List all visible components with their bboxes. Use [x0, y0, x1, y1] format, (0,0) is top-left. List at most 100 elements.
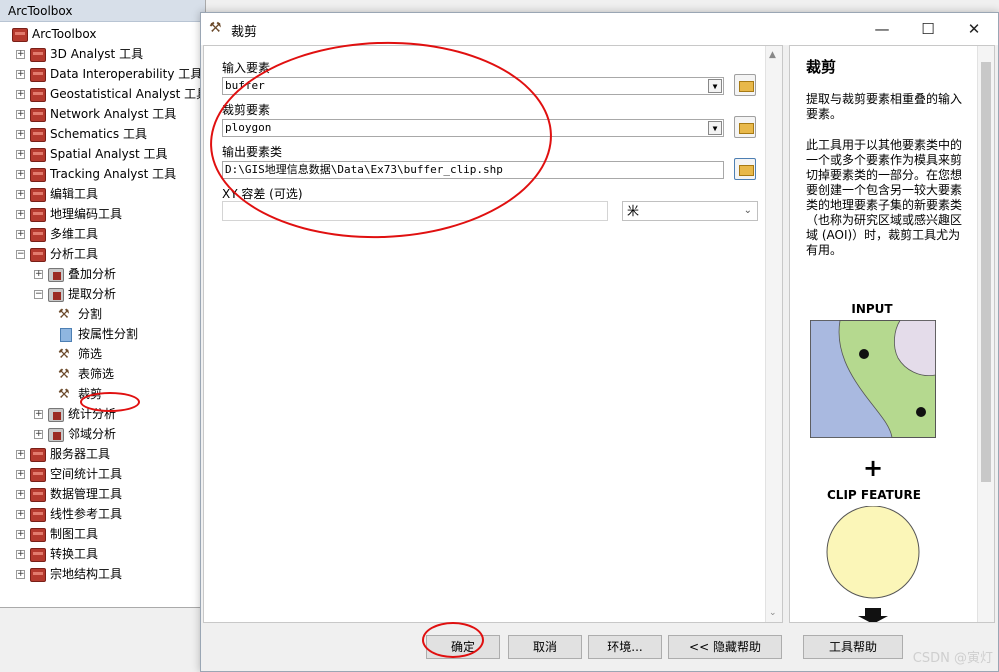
input-features-label: 输入要素 — [222, 61, 271, 75]
tree-item[interactable]: + 制图工具 — [16, 524, 98, 544]
tree-item-label: 多维工具 — [50, 227, 99, 241]
expander-icon[interactable]: + — [16, 570, 25, 579]
tree-item[interactable]: + 邻域分析 — [34, 424, 116, 444]
tree-item[interactable]: ⚒ 裁剪 — [52, 384, 102, 404]
expander-icon[interactable]: + — [16, 450, 25, 459]
ok-button[interactable]: 确定 — [426, 635, 500, 659]
tree-item[interactable]: − 提取分析 — [34, 284, 116, 304]
tree-item[interactable]: ⚒ 分割 — [52, 304, 102, 324]
expander-icon[interactable]: + — [16, 510, 25, 519]
expander-icon[interactable]: + — [16, 70, 25, 79]
xy-tolerance-input[interactable] — [222, 201, 608, 221]
output-feature-class-input[interactable]: D:\GIS地理信息数据\Data\Ex73\buffer_clip.shp — [222, 161, 724, 179]
tree-item[interactable]: + 地理编码工具 — [16, 204, 122, 224]
tree-item[interactable]: + 编辑工具 — [16, 184, 98, 204]
maximize-button[interactable]: ☐ — [905, 13, 951, 45]
chevron-down-icon[interactable]: ▼ — [708, 121, 722, 135]
xy-tolerance-unit-select[interactable]: 米 ⌄ — [622, 201, 758, 221]
input-features-combo[interactable]: buffer ▼ — [222, 77, 724, 95]
tree-item-label: 叠加分析 — [68, 267, 117, 281]
expander-icon[interactable]: − — [16, 250, 25, 259]
dialog-button-bar: 确定 取消 环境... << 隐藏帮助 工具帮助 — [201, 628, 998, 672]
toolbox-icon — [30, 467, 46, 482]
hide-help-button[interactable]: << 隐藏帮助 — [668, 635, 782, 659]
tree-item-label: 转换工具 — [50, 547, 99, 561]
tree-item[interactable]: + Schematics 工具 — [16, 124, 147, 144]
scroll-down-icon[interactable]: ⌄ — [769, 608, 777, 618]
tree-item[interactable]: + 叠加分析 — [34, 264, 116, 284]
toolbox-icon — [30, 247, 46, 262]
tree-item[interactable]: − 分析工具 — [16, 244, 98, 264]
tree-root[interactable]: ArcToolbox — [12, 24, 96, 44]
tree-item[interactable]: + Data Interoperability 工具 — [16, 64, 202, 84]
tree-item[interactable]: ⚒ 筛选 — [52, 344, 102, 364]
expander-icon[interactable]: + — [16, 210, 25, 219]
tree-item-label: Tracking Analyst 工具 — [50, 167, 177, 181]
tree-item[interactable]: + Tracking Analyst 工具 — [16, 164, 176, 184]
expander-icon[interactable]: + — [16, 150, 25, 159]
clip-feature-illustration — [826, 506, 920, 622]
tree-item[interactable]: 按属性分割 — [52, 324, 138, 344]
expander-icon[interactable]: + — [16, 130, 25, 139]
expander-icon[interactable]: + — [16, 90, 25, 99]
expander-icon[interactable]: + — [34, 430, 43, 439]
scroll-up-icon[interactable]: ▲ — [769, 50, 776, 60]
tree-item-label: 服务器工具 — [50, 447, 111, 461]
tree-item[interactable]: +3D Analyst 工具 — [16, 44, 143, 64]
tool-help-button[interactable]: 工具帮助 — [803, 635, 903, 659]
input-browse-folder-icon[interactable] — [734, 74, 756, 96]
tree-item[interactable]: + 转换工具 — [16, 544, 98, 564]
tree-item[interactable]: + Network Analyst 工具 — [16, 104, 176, 124]
form-scrollbar[interactable]: ▲ ⌄ — [765, 46, 782, 622]
dialog-titlebar[interactable]: ⚒ 裁剪 — ☐ ✕ — [201, 13, 998, 45]
tree-item-label: 分割 — [78, 307, 103, 321]
expander-icon[interactable]: + — [16, 490, 25, 499]
close-button[interactable]: ✕ — [951, 13, 997, 45]
arctoolbox-icon — [12, 27, 28, 42]
help-panel: 裁剪 提取与裁剪要素相重叠的输入要素。 此工具用于以其他要素类中的一个或多个要素… — [789, 45, 995, 623]
clip-tool-dialog: ⚒ 裁剪 — ☐ ✕ 输入要素 buffer ▼ 裁剪要素 ploygon ▼ … — [200, 12, 999, 672]
tree-item[interactable]: + Geostatistical Analyst 工具 — [16, 84, 206, 104]
help-scrollbar[interactable] — [977, 46, 994, 622]
environments-button[interactable]: 环境... — [588, 635, 662, 659]
expander-icon[interactable]: + — [16, 190, 25, 199]
toolset-icon — [48, 427, 64, 442]
toolbox-icon — [30, 67, 46, 82]
tree-item[interactable]: + 数据管理工具 — [16, 484, 122, 504]
input-caption: INPUT — [851, 302, 893, 316]
tree-item[interactable]: + 多维工具 — [16, 224, 98, 244]
toolbox-icon — [30, 127, 46, 142]
tree-item[interactable]: + Spatial Analyst 工具 — [16, 144, 168, 164]
tree-item[interactable]: ⚒ 表筛选 — [52, 364, 114, 384]
expander-icon[interactable]: + — [34, 410, 43, 419]
expander-icon[interactable]: + — [34, 270, 43, 279]
expander-icon[interactable]: + — [16, 110, 25, 119]
expander-icon[interactable]: + — [16, 530, 25, 539]
expander-icon[interactable]: − — [34, 290, 43, 299]
expander-icon[interactable]: + — [16, 550, 25, 559]
hammer-icon: ⚒ — [58, 386, 70, 402]
clip-browse-folder-icon[interactable] — [734, 116, 756, 138]
tree-item-label: 筛选 — [78, 347, 103, 361]
expander-icon[interactable]: + — [16, 230, 25, 239]
help-scroll-thumb[interactable] — [981, 62, 991, 482]
output-browse-folder-icon[interactable] — [734, 158, 756, 180]
tree-item[interactable]: + 宗地结构工具 — [16, 564, 122, 584]
cancel-button[interactable]: 取消 — [508, 635, 582, 659]
tree-item[interactable]: + 空间统计工具 — [16, 464, 122, 484]
expander-icon[interactable]: + — [16, 470, 25, 479]
help-title: 裁剪 — [806, 58, 837, 76]
expander-icon[interactable]: + — [16, 170, 25, 179]
tree-item[interactable]: + 统计分析 — [34, 404, 116, 424]
toolbox-icon — [30, 147, 46, 162]
expander-icon[interactable]: + — [16, 50, 25, 59]
clip-features-combo[interactable]: ploygon ▼ — [222, 119, 724, 137]
tree-item-label: 分析工具 — [50, 247, 99, 261]
tree-item[interactable]: + 线性参考工具 — [16, 504, 122, 524]
tree-item[interactable]: + 服务器工具 — [16, 444, 110, 464]
tree-item-label: Network Analyst 工具 — [50, 107, 177, 121]
toolbox-tree: ArcToolbox +3D Analyst 工具 + Data Interoper… — [0, 24, 206, 604]
minimize-button[interactable]: — — [859, 13, 905, 45]
tree-item-label: 按属性分割 — [78, 327, 139, 341]
chevron-down-icon[interactable]: ▼ — [708, 79, 722, 93]
